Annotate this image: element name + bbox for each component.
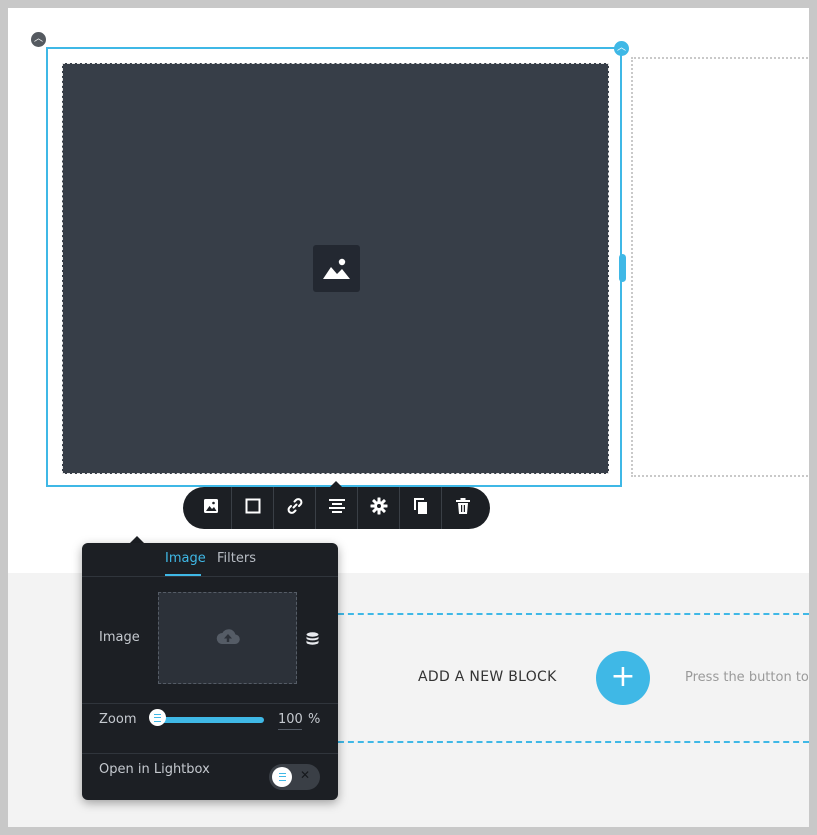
zoom-slider-handle[interactable] — [149, 709, 166, 726]
cloud-upload-icon — [215, 626, 241, 650]
chevron-up-icon: ︿ — [616, 43, 626, 53]
image-field-label: Image — [99, 630, 140, 645]
duplicate-icon — [413, 497, 429, 519]
toggle-knob — [272, 767, 292, 787]
lightbox-toggle[interactable]: ✕ — [269, 764, 320, 790]
plus-icon: + — [610, 659, 636, 694]
toolbar-border-button[interactable] — [232, 487, 274, 529]
panel-tabs: Image Filters — [82, 543, 338, 577]
trash-icon — [455, 497, 471, 519]
toolbar-link-button[interactable] — [274, 487, 316, 529]
image-options-panel: Image Filters Image Zoom 100 % Open in L… — [82, 543, 338, 800]
toolbar-settings-button[interactable] — [358, 487, 400, 529]
panel-pointer — [130, 536, 144, 543]
zoom-value-input[interactable]: 100 — [278, 712, 303, 730]
panel-divider — [82, 703, 338, 704]
column-collapse-handle[interactable]: ︿ — [614, 41, 629, 56]
add-block-label: ADD A NEW BLOCK — [418, 669, 557, 685]
tab-image[interactable]: Image — [165, 551, 206, 566]
link-icon — [286, 497, 304, 519]
add-block-button[interactable]: + — [596, 651, 650, 705]
image-library-button[interactable] — [306, 631, 319, 650]
add-block-hint: Press the button to — [685, 670, 809, 685]
image-placeholder[interactable] — [62, 63, 609, 474]
database-icon — [306, 631, 319, 650]
toolbar-image-button[interactable] — [190, 487, 232, 529]
align-center-icon — [328, 498, 346, 518]
active-tab-indicator — [165, 574, 201, 576]
add-block-dashed-top — [338, 613, 809, 615]
toolbar-align-button[interactable] — [316, 487, 358, 529]
gear-icon — [370, 497, 388, 519]
zoom-unit: % — [308, 712, 321, 727]
column-resize-handle[interactable] — [619, 254, 626, 282]
toolbar-duplicate-button[interactable] — [400, 487, 442, 529]
editor-canvas: ADD A NEW BLOCK + Press the button to ︿ … — [8, 8, 809, 827]
image-toolbar — [183, 487, 490, 529]
square-icon — [245, 498, 261, 518]
image-placeholder-icon — [313, 245, 360, 292]
section-collapse-button[interactable]: ︿ — [31, 32, 46, 47]
chevron-up-icon: ︿ — [33, 34, 43, 44]
panel-divider — [82, 753, 338, 754]
add-block-dashed-bottom — [338, 741, 809, 743]
lightbox-label: Open in Lightbox — [99, 762, 210, 777]
empty-column-placeholder[interactable] — [631, 57, 809, 477]
image-icon — [203, 498, 219, 518]
tab-filters[interactable]: Filters — [217, 551, 256, 566]
close-icon: ✕ — [299, 768, 310, 782]
image-upload-dropzone[interactable] — [158, 592, 297, 684]
zoom-slider-track[interactable] — [158, 717, 264, 723]
zoom-label: Zoom — [99, 712, 137, 727]
toolbar-delete-button[interactable] — [442, 487, 484, 529]
